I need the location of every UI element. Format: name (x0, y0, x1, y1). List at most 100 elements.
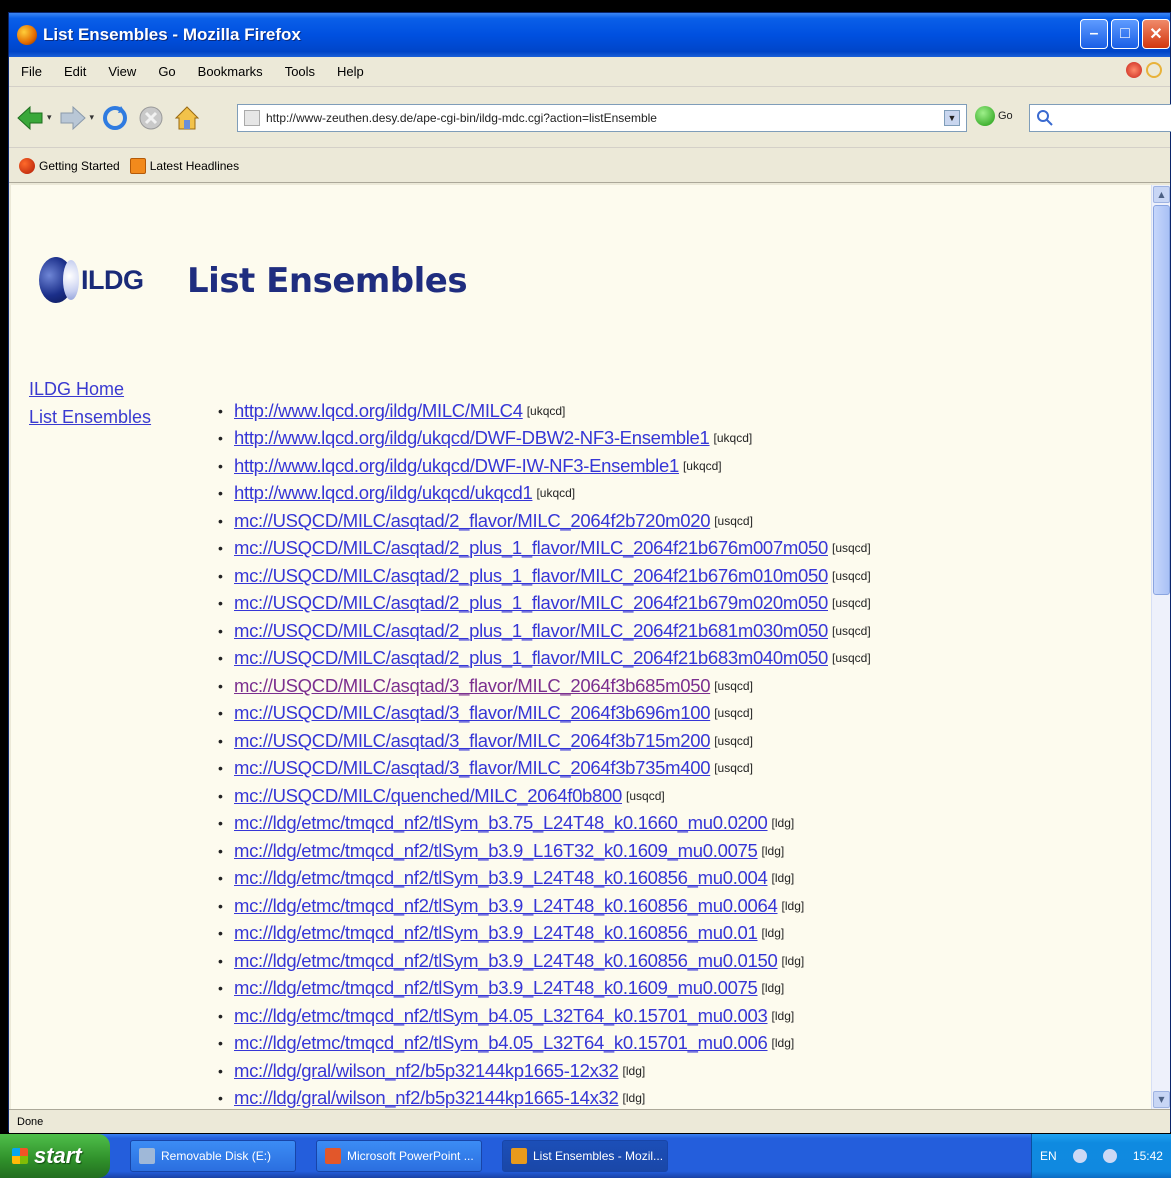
ensemble-link[interactable]: mc://USQCD/MILC/asqtad/2_plus_1_flavor/M… (234, 620, 828, 642)
taskbar: start Removable Disk (E:) Microsoft Power… (0, 1134, 1171, 1178)
bookmark-getting-started[interactable]: Getting Started (19, 157, 120, 174)
ensemble-link[interactable]: http://www.lqcd.org/ildg/ukqcd/DWF-IW-NF… (234, 455, 679, 477)
bullet-icon: • (218, 952, 223, 969)
ensemble-link[interactable]: mc://ldg/gral/wilson_nf2/b5p32144kp1665-… (234, 1060, 619, 1082)
back-button[interactable] (15, 103, 45, 133)
bookmark-latest-headlines[interactable]: Latest Headlines (129, 157, 239, 174)
bullet-icon: • (218, 732, 223, 749)
ensemble-link[interactable]: mc://ldg/etmc/tmqcd_nf2/tlSym_b3.9_L24T4… (234, 867, 768, 889)
list-item: • mc://USQCD/MILC/asqtad/3_flavor/MILC_20… (218, 672, 871, 700)
taskbar-task-button[interactable]: Microsoft PowerPoint ... (316, 1140, 482, 1172)
ensemble-group-tag: [ldg] (771, 816, 795, 831)
scroll-thumb[interactable] (1153, 205, 1170, 595)
network-icon[interactable] (1072, 1149, 1087, 1163)
task-app-icon (139, 1148, 155, 1164)
list-item: • mc://USQCD/MILC/asqtad/2_plus_1_flavor/… (218, 645, 871, 673)
list-item: • mc://ldg/etmc/tmqcd_nf2/tlSym_b3.75_L24… (218, 810, 871, 838)
ensemble-link[interactable]: mc://ldg/gral/wilson_nf2/b5p32144kp1665-… (234, 1087, 619, 1109)
list-item: • mc://ldg/etmc/tmqcd_nf2/tlSym_b4.05_L32… (218, 1030, 871, 1058)
ensemble-link[interactable]: mc://ldg/etmc/tmqcd_nf2/tlSym_b4.05_L32T… (234, 1032, 768, 1054)
nav-link-ildg-home[interactable]: ILDG Home (29, 375, 151, 403)
system-tray: EN 15:42 (1031, 1134, 1171, 1178)
close-button[interactable]: ✕ (1142, 19, 1170, 49)
menu-edit[interactable]: Edit (64, 64, 86, 79)
bullet-icon: • (218, 650, 223, 667)
ensemble-link[interactable]: mc://ldg/etmc/tmqcd_nf2/tlSym_b4.05_L32T… (234, 1005, 768, 1027)
menu-tools[interactable]: Tools (285, 64, 315, 79)
list-item: • mc://USQCD/MILC/asqtad/2_plus_1_flavor/… (218, 535, 871, 563)
reload-button[interactable] (100, 103, 130, 133)
status-bar: Done (9, 1109, 1170, 1133)
ensemble-group-tag: [ukqcd] (682, 458, 722, 473)
reload-icon (103, 105, 128, 130)
list-item: • mc://ldg/gral/wilson_nf2/b5p32144kp1665… (218, 1085, 871, 1110)
ensemble-group-tag: [ukqcd] (536, 486, 576, 501)
task-label: Microsoft PowerPoint ... (347, 1149, 474, 1163)
maximize-button[interactable]: □ (1111, 19, 1139, 49)
bullet-icon: • (218, 540, 223, 557)
bullet-icon: • (218, 925, 223, 942)
ensemble-link[interactable]: mc://USQCD/MILC/asqtad/2_plus_1_flavor/M… (234, 592, 828, 614)
list-item: • mc://ldg/etmc/tmqcd_nf2/tlSym_b3.9_L24T… (218, 975, 871, 1003)
ensemble-link[interactable]: mc://ldg/etmc/tmqcd_nf2/tlSym_b3.9_L24T4… (234, 922, 758, 944)
language-indicator[interactable]: EN (1040, 1149, 1057, 1163)
ensemble-group-tag: [usqcd] (832, 596, 871, 611)
firefox-icon (17, 25, 37, 45)
nav-link-list-ensembles[interactable]: List Ensembles (29, 403, 151, 431)
scroll-down-icon[interactable]: ▼ (1153, 1091, 1170, 1108)
back-dropdown-icon[interactable]: ▾ (47, 113, 52, 123)
vertical-scrollbar[interactable]: ▲ ▼ (1151, 185, 1170, 1109)
ensemble-link[interactable]: http://www.lqcd.org/ildg/ukqcd/DWF-DBW2-… (234, 427, 710, 449)
ensemble-link[interactable]: mc://USQCD/MILC/asqtad/3_flavor/MILC_206… (234, 702, 711, 724)
ensemble-link[interactable]: mc://ldg/etmc/tmqcd_nf2/tlSym_b3.9_L24T4… (234, 977, 758, 999)
ensemble-link[interactable]: mc://USQCD/MILC/quenched/MILC_2064f0b800 (234, 785, 622, 807)
ensemble-group-tag: [ldg] (771, 1008, 795, 1023)
ensemble-link[interactable]: http://www.lqcd.org/ildg/ukqcd/ukqcd1 (234, 482, 533, 504)
url-bar[interactable]: http://www-zeuthen.desy.de/ape-cgi-bin/i… (237, 104, 967, 132)
start-button[interactable]: start (0, 1134, 110, 1178)
bullet-icon: • (218, 677, 223, 694)
menu-file[interactable]: File (21, 64, 42, 79)
list-item: • http://www.lqcd.org/ildg/ukqcd/DWF-DBW2… (218, 425, 871, 453)
ensemble-link[interactable]: mc://ldg/etmc/tmqcd_nf2/tlSym_b3.75_L24T… (234, 812, 768, 834)
minimize-button[interactable]: – (1080, 19, 1108, 49)
ensemble-link[interactable]: mc://USQCD/MILC/asqtad/2_plus_1_flavor/M… (234, 537, 828, 559)
bullet-icon: • (218, 1062, 223, 1079)
taskbar-task-button[interactable]: Removable Disk (E:) (130, 1140, 296, 1172)
ensemble-link[interactable]: mc://USQCD/MILC/asqtad/2_plus_1_flavor/M… (234, 565, 828, 587)
go-button[interactable]: Go (975, 106, 1013, 126)
scroll-up-icon[interactable]: ▲ (1153, 186, 1170, 203)
list-item: • mc://ldg/etmc/tmqcd_nf2/tlSym_b3.9_L24T… (218, 865, 871, 893)
forward-button[interactable] (58, 103, 88, 133)
search-input[interactable] (1029, 104, 1171, 132)
ensemble-link[interactable]: mc://USQCD/MILC/asqtad/3_flavor/MILC_206… (234, 675, 711, 697)
ensemble-link[interactable]: mc://USQCD/MILC/asqtad/2_plus_1_flavor/M… (234, 647, 828, 669)
menu-bookmarks[interactable]: Bookmarks (198, 64, 263, 79)
title-bar[interactable]: List Ensembles - Mozilla Firefox – □ ✕ (9, 13, 1170, 57)
ensemble-link[interactable]: mc://ldg/etmc/tmqcd_nf2/tlSym_b3.9_L16T3… (234, 840, 758, 862)
menu-view[interactable]: View (108, 64, 136, 79)
ensemble-link[interactable]: mc://USQCD/MILC/asqtad/2_flavor/MILC_206… (234, 510, 711, 532)
ensemble-group-tag: [usqcd] (714, 678, 753, 693)
home-button[interactable] (172, 103, 202, 133)
ensemble-link[interactable]: mc://USQCD/MILC/asqtad/3_flavor/MILC_206… (234, 730, 711, 752)
logo-text: ILDG (81, 264, 144, 295)
menu-go[interactable]: Go (158, 64, 175, 79)
taskbar-task-button[interactable]: List Ensembles - Mozil... (502, 1140, 668, 1172)
ensemble-link[interactable]: http://www.lqcd.org/ildg/MILC/MILC4 (234, 400, 523, 422)
menu-help[interactable]: Help (337, 64, 364, 79)
volume-icon[interactable] (1102, 1149, 1117, 1163)
bullet-icon: • (218, 980, 223, 997)
list-item: • http://www.lqcd.org/ildg/MILC/MILC4 [ukq… (218, 397, 871, 425)
ensemble-link[interactable]: mc://ldg/etmc/tmqcd_nf2/tlSym_b3.9_L24T4… (234, 950, 778, 972)
throbber-ring-icon (1146, 62, 1162, 78)
throbber-icon (1126, 62, 1142, 78)
ensemble-link[interactable]: mc://USQCD/MILC/asqtad/3_flavor/MILC_206… (234, 757, 711, 779)
stop-button[interactable] (136, 103, 166, 133)
ensemble-group-tag: [ldg] (771, 1036, 795, 1051)
bullet-icon: • (218, 870, 223, 887)
forward-dropdown-icon[interactable]: ▾ (90, 113, 95, 123)
ensemble-group-tag: [usqcd] (714, 733, 753, 748)
url-dropdown-icon[interactable]: ▼ (944, 110, 960, 126)
ensemble-link[interactable]: mc://ldg/etmc/tmqcd_nf2/tlSym_b3.9_L24T4… (234, 895, 778, 917)
